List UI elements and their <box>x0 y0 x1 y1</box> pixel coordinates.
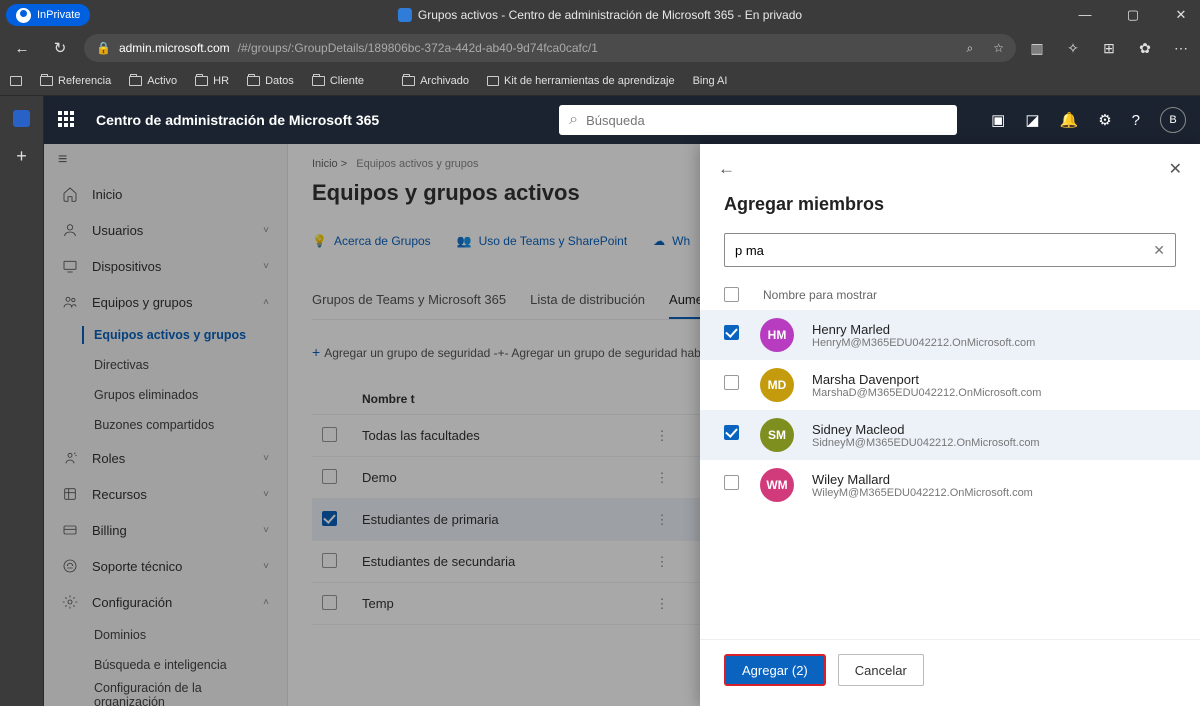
app-header: Centro de administración de Microsoft 36… <box>44 96 1200 144</box>
bookmark-archivado[interactable]: Archivado <box>402 75 469 87</box>
address-path: /#/groups/:GroupDetails/189806bc-372a-44… <box>238 41 598 55</box>
notifications-icon[interactable]: 🔔 <box>1060 111 1079 129</box>
folder-icon <box>195 76 208 86</box>
panel-title: Agregar miembros <box>700 194 1200 215</box>
favorites-icon[interactable]: ✧ <box>1062 37 1084 59</box>
folder-icon <box>312 76 325 86</box>
bookmark-kit[interactable]: Kit de herramientas de aprendizaje <box>487 75 675 87</box>
new-tab-button[interactable]: + <box>8 142 36 170</box>
panel-footer: Agregar (2) Cancelar <box>700 639 1200 706</box>
person-checkbox[interactable] <box>724 475 739 490</box>
person-email: WileyM@M365EDU042212.OnMicrosoft.com <box>812 487 1033 499</box>
cards-icon[interactable]: ▣ <box>991 111 1005 129</box>
person-name: Sidney Macleod <box>812 422 1040 437</box>
promo-icon[interactable]: ◪ <box>1025 111 1039 129</box>
folder-icon <box>129 76 142 86</box>
close-button[interactable]: ✕ <box>1166 7 1196 23</box>
help-icon[interactable]: ? <box>1132 112 1140 129</box>
cancel-button[interactable]: Cancelar <box>838 654 924 686</box>
reading-list-icon[interactable]: ▥ <box>1026 37 1048 59</box>
settings-gear-icon[interactable]: ⚙ <box>1098 111 1111 129</box>
refresh-button[interactable]: ↻ <box>46 34 74 62</box>
panel-column-header: Nombre para mostrar <box>700 277 1200 310</box>
vertical-tab-current[interactable] <box>8 104 36 132</box>
person-row[interactable]: MD Marsha DavenportMarshaD@M365EDU042212.… <box>700 360 1200 410</box>
member-search-input[interactable] <box>735 243 1153 258</box>
folder-icon <box>40 76 53 86</box>
person-row[interactable]: HM Henry MarledHenryM@M365EDU042212.OnMic… <box>700 310 1200 360</box>
person-name: Henry Marled <box>812 322 1035 337</box>
inprivate-avatar-icon <box>16 8 31 23</box>
address-bar[interactable]: 🔒 admin.microsoft.com /#/groups/:GroupDet… <box>84 34 1016 62</box>
bookmark-datos[interactable]: Datos <box>247 75 294 87</box>
bookmark-referencia[interactable]: Referencia <box>40 75 111 87</box>
col-displayname[interactable]: Nombre para mostrar <box>763 288 877 302</box>
maximize-button[interactable]: ▢ <box>1118 7 1148 23</box>
bookmark-tab-actions[interactable] <box>10 76 22 86</box>
inprivate-badge: InPrivate <box>6 4 90 26</box>
select-all-checkbox[interactable] <box>724 287 739 302</box>
user-avatar[interactable]: B <box>1160 107 1186 133</box>
person-name: Marsha Davenport <box>812 372 1041 387</box>
person-checkbox[interactable] <box>724 325 739 340</box>
add-members-panel: ← ✕ Agregar miembros ✕ Nombre para mostr… <box>700 144 1200 706</box>
app-search-input[interactable] <box>586 113 947 128</box>
app-launcher-icon[interactable] <box>58 111 76 129</box>
panel-back-button[interactable]: ← <box>718 159 735 179</box>
bookmark-bingai[interactable]: Bing AI <box>693 75 728 87</box>
window-title: Grupos activos - Centro de administració… <box>398 8 802 22</box>
bookmark-cliente[interactable]: Cliente <box>312 75 364 87</box>
tab-favicon-icon <box>13 110 30 127</box>
panel-search[interactable]: ✕ <box>724 233 1176 267</box>
lock-icon: 🔒 <box>96 41 111 55</box>
minimize-button[interactable]: — <box>1070 7 1100 23</box>
vertical-tab-strip: + <box>0 96 44 706</box>
back-button[interactable]: ← <box>8 34 36 62</box>
address-host: admin.microsoft.com <box>119 41 230 55</box>
bookmark-activo[interactable]: Activo <box>129 75 177 87</box>
more-icon[interactable]: ⋯ <box>1170 37 1192 59</box>
person-email: HenryM@M365EDU042212.OnMicrosoft.com <box>812 337 1035 349</box>
collections-icon[interactable]: ⊞ <box>1098 37 1120 59</box>
page-icon <box>487 76 499 86</box>
search-icon: ⌕ <box>569 111 578 129</box>
folder-icon <box>247 76 260 86</box>
bookmark-bar: Referencia Activo HR Datos Cliente Archi… <box>0 66 1200 96</box>
plus-icon: + <box>16 146 27 167</box>
avatar: SM <box>760 418 794 452</box>
app-search[interactable]: ⌕ <box>559 105 957 135</box>
avatar: WM <box>760 468 794 502</box>
inprivate-label: InPrivate <box>37 9 80 21</box>
app-name: Centro de administración de Microsoft 36… <box>96 112 379 128</box>
avatar: MD <box>760 368 794 402</box>
favorite-icon[interactable]: ☆ <box>993 41 1004 55</box>
avatar: HM <box>760 318 794 352</box>
bookmark-hr[interactable]: HR <box>195 75 229 87</box>
window-controls: — ▢ ✕ <box>1070 7 1196 23</box>
person-row[interactable]: WM Wiley MallardWileyM@M365EDU042212.OnMi… <box>700 460 1200 510</box>
add-button[interactable]: Agregar (2) <box>724 654 826 686</box>
extensions-icon[interactable]: ✿ <box>1134 37 1156 59</box>
person-email: MarshaD@M365EDU042212.OnMicrosoft.com <box>812 387 1041 399</box>
person-checkbox[interactable] <box>724 425 739 440</box>
browser-toolbar: ← ↻ 🔒 admin.microsoft.com /#/groups/:Grou… <box>0 30 1200 66</box>
browser-titlebar: InPrivate Grupos activos - Centro de adm… <box>0 0 1200 30</box>
person-checkbox[interactable] <box>724 375 739 390</box>
person-row[interactable]: SM Sidney MacleodSidneyM@M365EDU042212.On… <box>700 410 1200 460</box>
folder-icon <box>402 76 415 86</box>
panel-close-button[interactable]: ✕ <box>1169 159 1182 179</box>
person-name: Wiley Mallard <box>812 472 1033 487</box>
person-email: SidneyM@M365EDU042212.OnMicrosoft.com <box>812 437 1040 449</box>
ms-shield-icon <box>398 8 412 22</box>
search-in-page-icon[interactable]: ⌕ <box>967 41 974 56</box>
clear-search-icon[interactable]: ✕ <box>1153 242 1165 259</box>
